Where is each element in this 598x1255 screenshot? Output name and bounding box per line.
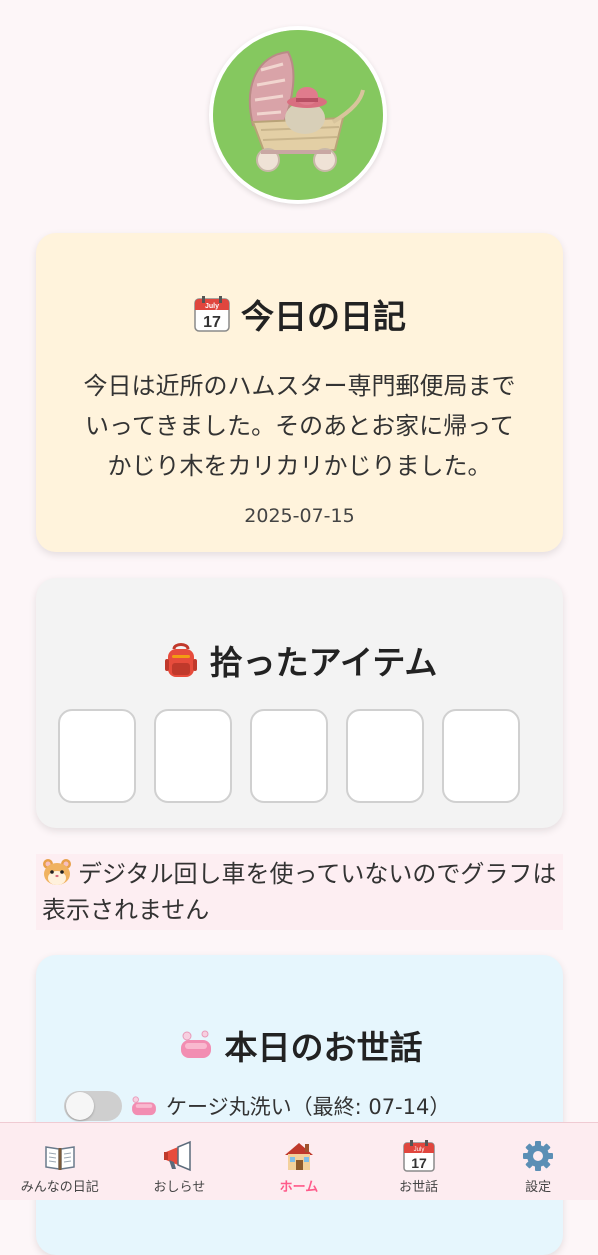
care-title: 本日のお世話 <box>36 1021 563 1069</box>
bottom-nav: みんなの日記 おしらせ ホーム July 17 お世話 設定 <box>0 1122 598 1200</box>
soap-icon <box>132 1096 156 1116</box>
item-slot[interactable] <box>154 709 232 803</box>
diary-body: 今日は近所のハムスター専門郵便局まで いってきました。そのあとお家に帰って かじ… <box>56 366 543 486</box>
svg-text:July: July <box>205 303 219 310</box>
diary-title-text: 今日の日記 <box>241 297 406 336</box>
item-slots <box>58 709 520 803</box>
nav-label: おしらせ <box>153 1180 206 1195</box>
soap-icon <box>180 1030 211 1058</box>
calendar-icon: July 17 <box>402 1140 435 1172</box>
diary-title: July 17 今日の日記 <box>36 290 563 338</box>
house-icon <box>284 1143 313 1170</box>
svg-text:July: July <box>413 1147 424 1153</box>
items-card: 拾ったアイテム <box>36 578 563 828</box>
nav-item-diaries[interactable]: みんなの日記 <box>0 1123 120 1200</box>
nav-label: 設定 <box>525 1180 552 1195</box>
care-task-label: ケージ丸洗い（最終: 07-14） <box>166 1095 451 1119</box>
care-title-text: 本日のお世話 <box>224 1028 423 1067</box>
book-icon <box>45 1146 75 1170</box>
diary-line: いってきました。そのあとお家に帰って <box>85 412 514 440</box>
svg-text:17: 17 <box>411 1155 427 1171</box>
hamster-stroller-photo <box>213 30 383 200</box>
items-title: 拾ったアイテム <box>36 636 563 684</box>
nav-item-news[interactable]: おしらせ <box>120 1123 240 1200</box>
item-slot[interactable] <box>442 709 520 803</box>
nav-item-care[interactable]: July 17 お世話 <box>359 1123 479 1200</box>
care-task-toggle[interactable] <box>64 1091 122 1121</box>
diary-line: 今日は近所のハムスター専門郵便局まで <box>83 372 516 400</box>
nav-label: ホーム <box>279 1180 319 1195</box>
diary-date: 2025-07-15 <box>244 505 355 527</box>
nav-label: みんなの日記 <box>20 1180 99 1195</box>
hamster-icon <box>43 859 71 885</box>
item-slot[interactable] <box>346 709 424 803</box>
items-title-text: 拾ったアイテム <box>209 643 438 682</box>
care-card: 本日のお世話 ケージ丸洗い（最終: 07-14） <box>36 955 563 1255</box>
gear-icon <box>523 1141 554 1171</box>
diary-line: かじり木をカリカリかじりました。 <box>107 452 492 480</box>
nav-item-settings[interactable]: 設定 <box>478 1123 598 1200</box>
care-task-row: ケージ丸洗い（最終: 07-14） <box>64 1091 450 1121</box>
item-slot[interactable] <box>58 709 136 803</box>
backpack-icon <box>164 643 197 677</box>
profile-avatar[interactable] <box>209 26 387 204</box>
wheel-notice: デジタル回し車を使っていないのでグラフは表示されません <box>36 854 563 930</box>
megaphone-icon <box>164 1140 192 1172</box>
notice-text: デジタル回し車を使っていないのでグラフは表示されません <box>42 860 557 924</box>
nav-label: お世話 <box>399 1180 439 1195</box>
nav-item-home[interactable]: ホーム <box>239 1123 359 1200</box>
item-slot[interactable] <box>250 709 328 803</box>
svg-text:17: 17 <box>203 314 221 331</box>
diary-card: July 17 今日の日記 今日は近所のハムスター専門郵便局まで いってきました… <box>36 233 563 552</box>
calendar-icon: July 17 <box>194 296 230 332</box>
